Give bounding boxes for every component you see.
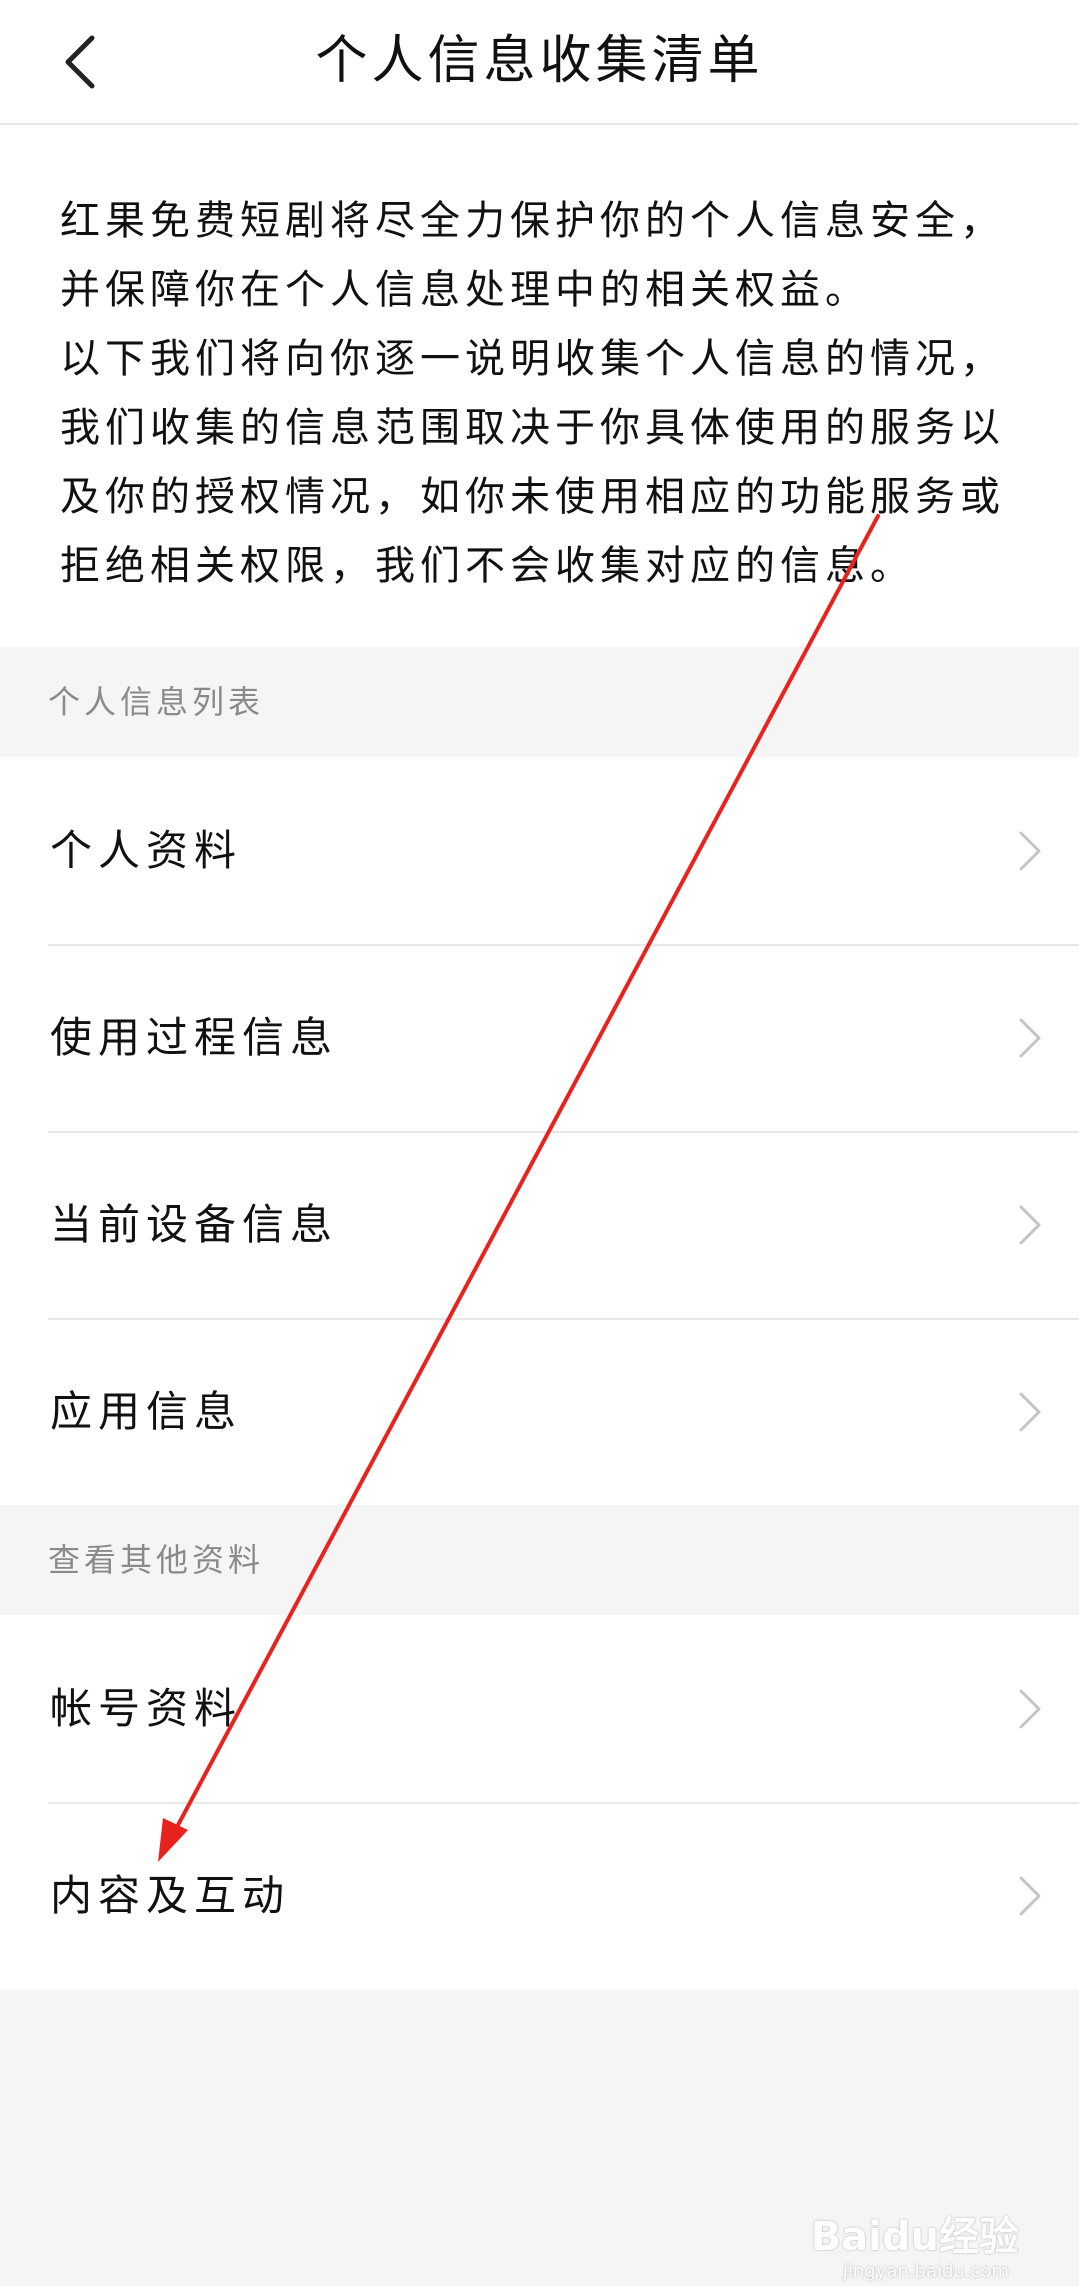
list-item-label: 帐号资料 [50, 1684, 243, 1733]
intro-paragraph-1: 红果免费短剧将尽全力保护你的个人信息安全，并保障你在个人信息处理中的相关权益。 [60, 198, 1005, 313]
list-item-content-interaction[interactable]: 内容及互动 [0, 1802, 1079, 1989]
list-item-account-info[interactable]: 帐号资料 [0, 1615, 1079, 1802]
chevron-right-icon [1019, 1689, 1041, 1729]
chevron-right-icon [1019, 831, 1041, 871]
list-item-device-info[interactable]: 当前设备信息 [0, 1131, 1079, 1318]
page-title: 个人信息收集清单 [315, 31, 764, 91]
watermark-logo: Baidu经验 [810, 2214, 1019, 2260]
list-item-personal-profile[interactable]: 个人资料 [0, 757, 1079, 944]
chevron-right-icon [1019, 1018, 1041, 1058]
list-item-label: 内容及互动 [50, 1871, 291, 1920]
list-item-app-info[interactable]: 应用信息 [0, 1318, 1079, 1505]
list-item-usage-info[interactable]: 使用过程信息 [0, 944, 1079, 1131]
intro-panel: 红果免费短剧将尽全力保护你的个人信息安全，并保障你在个人信息处理中的相关权益。 … [0, 125, 1079, 647]
section-header-personal-info: 个人信息列表 [0, 647, 1079, 757]
other-info-list: 帐号资料 内容及互动 [0, 1615, 1079, 1989]
personal-info-list: 个人资料 使用过程信息 当前设备信息 应用信息 [0, 757, 1079, 1505]
list-item-label: 使用过程信息 [50, 1013, 339, 1062]
intro-paragraph-2: 以下我们将向你逐一说明收集个人信息的情况，我们收集的信息范围取决于你具体使用的服… [60, 336, 1005, 589]
list-item-label: 个人资料 [50, 826, 243, 875]
chevron-right-icon [1019, 1392, 1041, 1432]
watermark-url: jingyan.baidu.com [842, 2261, 1009, 2282]
top-bar: 个人信息收集清单 [0, 0, 1079, 125]
list-item-label: 当前设备信息 [50, 1200, 339, 1249]
section-header-other-info: 查看其他资料 [0, 1505, 1079, 1615]
chevron-right-icon [1019, 1205, 1041, 1245]
list-item-label: 应用信息 [50, 1387, 243, 1436]
chevron-right-icon [1019, 1876, 1041, 1916]
